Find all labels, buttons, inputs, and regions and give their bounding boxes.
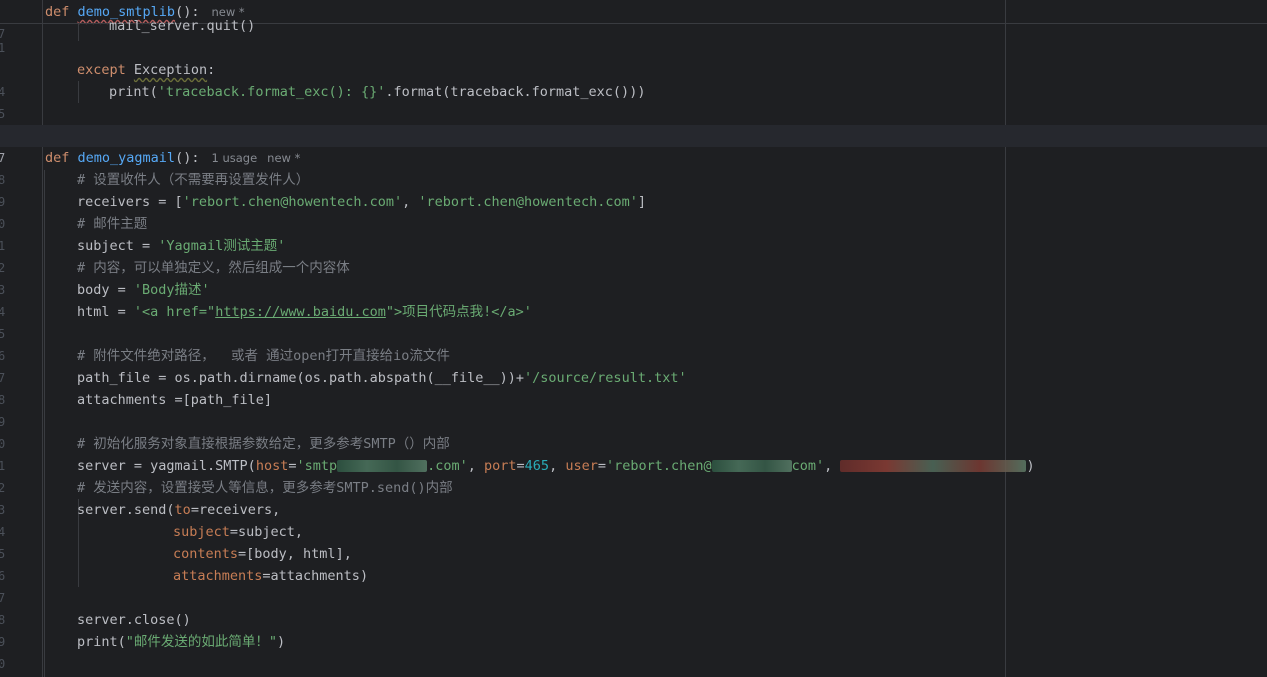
code-text: subject =: [77, 238, 159, 254]
string: 'rebort.chen@howentech.com': [182, 194, 403, 210]
signature: ():: [175, 150, 200, 166]
punct: :: [207, 62, 216, 78]
string: 'Body描述': [133, 282, 210, 298]
param-name: to: [174, 502, 191, 518]
code-line[interactable]: 3 # 内容，可以单独定义，然后组成一个内容体: [0, 257, 1267, 297]
code-text: =attachments): [262, 568, 369, 584]
code-text: server.send(: [77, 502, 175, 518]
comment: # 设置收件人（不需要再设置发件人）: [77, 172, 310, 188]
code-line[interactable]: 6: [0, 103, 1267, 143]
code-line[interactable]: 1: [0, 653, 1267, 675]
code-line[interactable]: 4 server.send(to=receivers,: [0, 499, 1267, 539]
string: '/source/result.txt': [524, 370, 687, 386]
punct: ,: [824, 458, 841, 474]
class-name: Exception: [133, 62, 208, 78]
redacted-blur: [711, 460, 792, 472]
inlay-hint-new[interactable]: new *: [267, 151, 300, 165]
code-text: body =: [77, 282, 134, 298]
param-name: user: [565, 458, 598, 474]
comment: # 发送内容，设置接受人等信息，更多参考SMTP.send()内部: [77, 480, 453, 496]
comment: # 内容，可以单独定义，然后组成一个内容体: [77, 260, 350, 276]
redacted-blur: [337, 460, 428, 472]
code-line[interactable]: 4 except Exception:: [0, 59, 1267, 99]
code-text: receivers = [: [77, 194, 183, 210]
code-line[interactable]: 9 attachments =[path_file]: [0, 389, 1267, 429]
code-line[interactable]: 3 # 发送内容，设置接受人等信息，更多参考SMTP.send()内部: [0, 477, 1267, 517]
code-text: server.close(): [77, 612, 191, 628]
string: "邮件发送的如此简单！": [125, 634, 278, 650]
comment: # 附件文件绝对路径， 或者 通过open打开直接给io流文件: [77, 348, 450, 364]
string: com': [791, 458, 825, 474]
code-line[interactable]: 9 # 设置收件人（不需要再设置发件人）: [0, 169, 1267, 209]
redacted-blur: [840, 460, 1027, 472]
string: '<a href=": [133, 304, 216, 320]
line-number: 1: [0, 41, 6, 55]
code-text: =[body, html],: [238, 546, 352, 562]
string: .com': [427, 458, 468, 474]
code-line[interactable]: 0: [0, 411, 1267, 451]
code-text: =subject,: [229, 524, 304, 540]
keyword: except: [77, 62, 126, 78]
inlay-hint-usage[interactable]: 1 usage: [211, 151, 257, 165]
param-name: attachments: [173, 568, 263, 584]
function-name[interactable]: demo_yagmail: [78, 150, 176, 166]
param-name: host: [255, 458, 289, 474]
string: 'rebort.chen@: [605, 458, 712, 474]
param-name: contents: [173, 546, 239, 562]
code-line[interactable]: 5 print('traceback.format_exc(): {}'.for…: [0, 81, 1267, 121]
code-line[interactable]: 2 subject = 'Yagmail测试主题': [0, 235, 1267, 275]
code-line[interactable]: 1 # 邮件主题: [0, 213, 1267, 253]
code-line[interactable]: 8 def demo_yagmail(): 1 usage new *: [0, 147, 1267, 187]
punct: ): [277, 634, 286, 650]
code-text: print(: [109, 84, 158, 100]
comment: # 初始化服务对象直接根据参数给定，更多参考SMTP（）内部: [77, 436, 450, 452]
code-line[interactable]: 8: [0, 587, 1267, 627]
code-line[interactable]: 6 contents=[body, html],: [0, 543, 1267, 583]
code-text: server = yagmail.SMTP(: [77, 458, 256, 474]
code-text: attachments =[path_file]: [77, 392, 273, 408]
url-link[interactable]: https://www.baidu.com: [215, 304, 386, 320]
code-line[interactable]: 4 body = 'Body描述': [0, 279, 1267, 319]
code-line[interactable]: 1 mail_server.quit(): [0, 15, 1267, 55]
code-line[interactable]: 6: [0, 323, 1267, 363]
code-line[interactable]: 5 subject=subject,: [0, 521, 1267, 561]
code-text: html =: [77, 304, 134, 320]
code-line[interactable]: 0 print("邮件发送的如此简单！"): [0, 631, 1267, 671]
code-text: .format(traceback.format_exc())): [385, 84, 646, 100]
punct: =: [516, 458, 525, 474]
string: 'Yagmail测试主题': [158, 238, 286, 254]
code-line[interactable]: 0 receivers = ['rebort.chen@howentech.co…: [0, 191, 1267, 231]
code-editor[interactable]: 7 def demo_smtplib(): new * 1 mail_server…: [0, 0, 1267, 677]
punct: ,: [467, 458, 485, 474]
code-line[interactable]: 1 # 初始化服务对象直接根据参数给定，更多参考SMTP（）内部: [0, 433, 1267, 473]
string: 'smtp: [296, 458, 338, 474]
punct: =: [597, 458, 606, 474]
keyword: def: [45, 150, 70, 166]
code-line[interactable]: 5 html = '<a href="https://www.baidu.com…: [0, 301, 1267, 341]
code-line[interactable]: 7 # 附件文件绝对路径， 或者 通过open打开直接给io流文件: [0, 345, 1267, 385]
string: ">项目代码点我!</a>': [385, 304, 532, 320]
string: 'rebort.chen@howentech.com': [418, 194, 638, 210]
punct: ): [1026, 458, 1035, 474]
param-name: subject: [173, 524, 230, 540]
punct: ,: [549, 458, 566, 474]
punct: ,: [402, 194, 419, 210]
punct: ]: [637, 194, 646, 210]
current-line[interactable]: 7: [0, 125, 1267, 165]
code-text: path_file = os.path.dirname(os.path.absp…: [77, 370, 525, 386]
code-text: mail_server.quit(): [109, 18, 256, 34]
string: 'traceback.format_exc(): {}': [157, 84, 386, 100]
comment: # 邮件主题: [77, 216, 148, 232]
code-line[interactable]: 9 server.close(): [0, 609, 1267, 649]
code-text: =receivers,: [190, 502, 281, 518]
code-line[interactable]: 8 path_file = os.path.dirname(os.path.ab…: [0, 367, 1267, 407]
number: 465: [524, 458, 550, 474]
code-text: print(: [77, 634, 126, 650]
param-name: port: [484, 458, 517, 474]
code-line[interactable]: 7 attachments=attachments): [0, 565, 1267, 605]
code-line[interactable]: 2 server = yagmail.SMTP(host='smtp .com',…: [0, 455, 1267, 495]
